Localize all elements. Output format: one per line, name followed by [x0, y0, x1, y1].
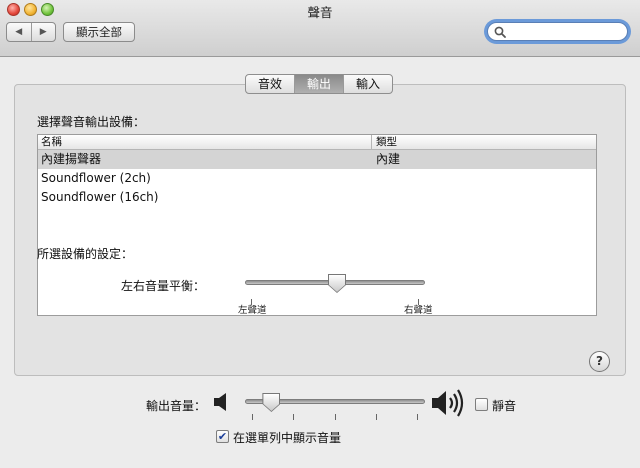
forward-arrow-icon: ▶ [39, 27, 47, 37]
device-type: 內建 [376, 152, 401, 166]
device-type [372, 188, 596, 207]
volume-tick [293, 414, 294, 420]
history-nav: ◀ ▶ [6, 22, 56, 42]
column-header-name[interactable]: 名稱 [38, 135, 372, 149]
volume-low-icon[interactable] [213, 392, 231, 412]
checkmark-icon: ✔ [217, 430, 228, 443]
show-all-button[interactable]: 顯示全部 [63, 22, 135, 42]
balance-slider[interactable] [245, 274, 427, 315]
show-volume-in-menu-bar-label: 在選單列中顯示音量 [233, 431, 342, 445]
balance-left-label: 左聲道 [238, 305, 267, 316]
search-field[interactable] [487, 22, 628, 41]
table-row[interactable]: Soundflower (2ch) [38, 169, 596, 188]
forward-button[interactable]: ▶ [30, 23, 56, 41]
volume-tick [252, 414, 253, 420]
mute-label: 靜音 [492, 399, 517, 413]
volume-high-icon[interactable] [431, 389, 465, 417]
tab-output[interactable]: 輸出 [294, 75, 344, 93]
sound-tabs: 音效 輸出 輸入 [245, 74, 394, 94]
volume-tick [335, 414, 336, 420]
show-volume-in-menu-bar-checkbox[interactable]: ✔ [216, 430, 229, 443]
search-input[interactable] [509, 25, 619, 38]
back-button[interactable]: ◀ [7, 23, 31, 41]
column-header-type[interactable]: 類型 [372, 135, 596, 149]
table-row[interactable]: Soundflower (16ch) [38, 188, 596, 207]
select-device-label: 選擇聲音輸出設備： [37, 115, 146, 129]
volume-slider-thumb[interactable] [263, 394, 280, 411]
search-icon [494, 26, 506, 38]
output-volume-slider[interactable] [245, 393, 427, 426]
balance-right-label: 右聲道 [404, 305, 433, 316]
device-name: Soundflower (16ch) [41, 190, 159, 204]
output-panel: 選擇聲音輸出設備： 名稱 類型 內建揚聲器 內建 Soundflower (2c… [14, 84, 626, 376]
table-row[interactable]: 內建揚聲器 內建 [38, 150, 596, 169]
mute-checkbox[interactable] [475, 398, 488, 411]
back-arrow-icon: ◀ [15, 27, 23, 37]
device-settings-label: 所選設備的設定： [37, 247, 134, 261]
balance-label: 左右音量平衡： [121, 279, 206, 293]
output-volume-label: 輸出音量： [146, 399, 207, 413]
help-button[interactable]: ? [589, 351, 610, 372]
tab-input[interactable]: 輸入 [343, 75, 392, 93]
device-name: 內建揚聲器 [41, 152, 102, 166]
table-header: 名稱 類型 [38, 135, 596, 150]
volume-tick [417, 414, 418, 420]
tab-sound-effects[interactable]: 音效 [246, 75, 294, 93]
device-name: Soundflower (2ch) [41, 171, 151, 185]
balance-slider-thumb[interactable] [329, 275, 345, 292]
toolbar: 聲音 ◀ ▶ 顯示全部 [0, 0, 640, 57]
device-type [372, 169, 596, 188]
search-focus-ring [484, 19, 631, 44]
volume-tick [376, 414, 377, 420]
